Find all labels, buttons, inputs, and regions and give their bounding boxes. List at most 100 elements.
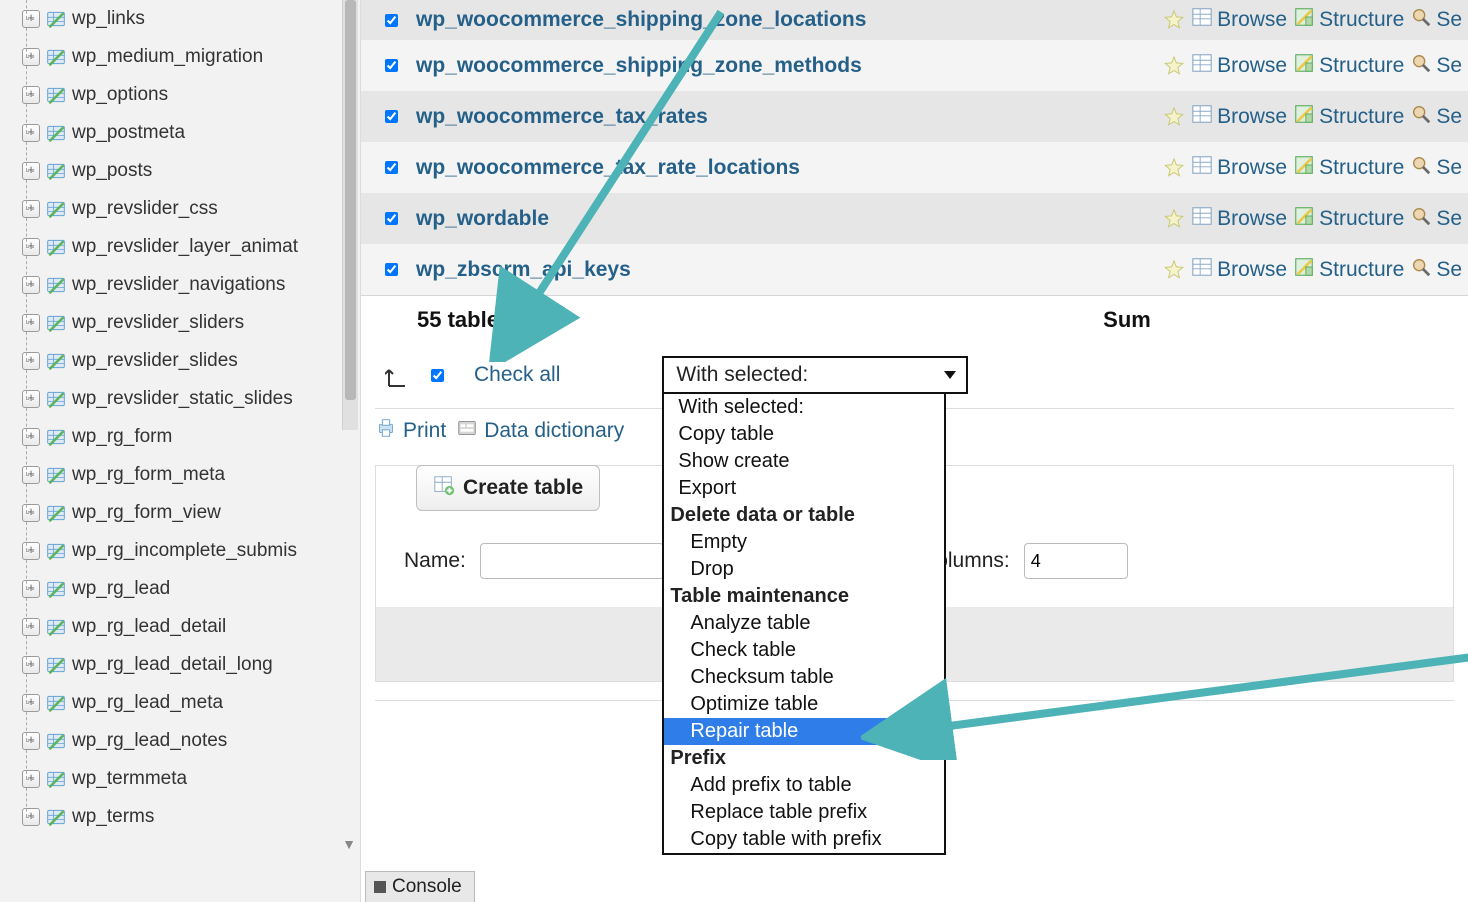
- dropdown-option[interactable]: Check table: [664, 637, 944, 664]
- sidebar-table-item[interactable]: wp_termmeta: [22, 760, 360, 798]
- sidebar-table-item[interactable]: wp_posts: [22, 152, 360, 190]
- sidebar-table-item[interactable]: wp_postmeta: [22, 114, 360, 152]
- table-name-link[interactable]: wp_woocommerce_shipping_zone_methods: [416, 54, 1163, 78]
- dropdown-option[interactable]: Copy table: [664, 421, 944, 448]
- check-all-checkbox[interactable]: [431, 369, 444, 382]
- sidebar-table-item[interactable]: wp_revslider_css: [22, 190, 360, 228]
- sidebar-table-item[interactable]: wp_rg_lead_meta: [22, 684, 360, 722]
- table-name-link[interactable]: wp_woocommerce_tax_rate_locations: [416, 156, 1163, 180]
- sidebar-table-item[interactable]: wp_options: [22, 76, 360, 114]
- sidebar-table-item[interactable]: wp_revslider_navigations: [22, 266, 360, 304]
- search-link[interactable]: Se: [1410, 205, 1462, 233]
- row-checkbox[interactable]: [385, 59, 398, 72]
- dropdown-option[interactable]: Empty: [664, 529, 944, 556]
- create-table-button[interactable]: Create table: [416, 465, 600, 511]
- sidebar-table-item[interactable]: wp_revslider_static_slides: [22, 380, 360, 418]
- expand-icon[interactable]: [22, 466, 40, 484]
- dropdown-option[interactable]: Checksum table: [664, 664, 944, 691]
- expand-icon[interactable]: [22, 10, 40, 28]
- search-link[interactable]: Se: [1410, 52, 1462, 80]
- sidebar-table-item[interactable]: wp_rg_form_meta: [22, 456, 360, 494]
- favorite-icon[interactable]: [1163, 9, 1185, 31]
- search-link[interactable]: Se: [1410, 154, 1462, 182]
- dropdown-option[interactable]: Add prefix to table: [664, 772, 944, 799]
- structure-link[interactable]: Structure: [1293, 103, 1404, 131]
- expand-icon[interactable]: [22, 200, 40, 218]
- data-dictionary-link[interactable]: Data dictionary: [456, 417, 624, 445]
- expand-icon[interactable]: [22, 656, 40, 674]
- table-name-link[interactable]: wp_wordable: [416, 207, 1163, 231]
- sidebar-table-item[interactable]: wp_rg_lead: [22, 570, 360, 608]
- row-checkbox[interactable]: [385, 212, 398, 225]
- table-name-input[interactable]: [480, 543, 664, 579]
- search-link[interactable]: Se: [1410, 6, 1462, 34]
- sidebar-table-item[interactable]: wp_terms: [22, 798, 360, 836]
- expand-icon[interactable]: [22, 770, 40, 788]
- expand-icon[interactable]: [22, 314, 40, 332]
- structure-link[interactable]: Structure: [1293, 154, 1404, 182]
- structure-link[interactable]: Structure: [1293, 52, 1404, 80]
- browse-link[interactable]: Browse: [1191, 154, 1287, 182]
- structure-link[interactable]: Structure: [1293, 256, 1404, 284]
- structure-link[interactable]: Structure: [1293, 205, 1404, 233]
- expand-icon[interactable]: [22, 86, 40, 104]
- expand-icon[interactable]: [22, 542, 40, 560]
- check-all-link[interactable]: Check all: [474, 363, 560, 387]
- favorite-icon[interactable]: [1163, 208, 1185, 230]
- search-link[interactable]: Se: [1410, 256, 1462, 284]
- browse-link[interactable]: Browse: [1191, 52, 1287, 80]
- num-columns-input[interactable]: [1024, 543, 1128, 579]
- browse-link[interactable]: Browse: [1191, 103, 1287, 131]
- sidebar-table-item[interactable]: wp_rg_lead_detail_long: [22, 646, 360, 684]
- expand-icon[interactable]: [22, 808, 40, 826]
- sidebar-table-item[interactable]: wp_rg_lead_notes: [22, 722, 360, 760]
- expand-icon[interactable]: [22, 694, 40, 712]
- table-name-link[interactable]: wp_woocommerce_shipping_zone_locations: [416, 8, 1163, 32]
- favorite-icon[interactable]: [1163, 259, 1185, 281]
- structure-link[interactable]: Structure: [1293, 6, 1404, 34]
- browse-link[interactable]: Browse: [1191, 205, 1287, 233]
- sidebar-table-item[interactable]: wp_revslider_slides: [22, 342, 360, 380]
- favorite-icon[interactable]: [1163, 157, 1185, 179]
- sidebar-table-item[interactable]: wp_revslider_sliders: [22, 304, 360, 342]
- sidebar-table-item[interactable]: wp_rg_form: [22, 418, 360, 456]
- dropdown-option[interactable]: Copy table with prefix: [664, 826, 944, 853]
- expand-icon[interactable]: [22, 428, 40, 446]
- row-checkbox[interactable]: [385, 110, 398, 123]
- sidebar-scrollbar[interactable]: [342, 0, 358, 430]
- dropdown-option[interactable]: Repair table: [664, 718, 944, 745]
- dropdown-option[interactable]: Drop: [664, 556, 944, 583]
- browse-link[interactable]: Browse: [1191, 6, 1287, 34]
- sidebar-table-item[interactable]: wp_links: [22, 0, 360, 38]
- dropdown-option[interactable]: Export: [664, 475, 944, 502]
- expand-icon[interactable]: [22, 580, 40, 598]
- row-checkbox[interactable]: [385, 14, 398, 27]
- table-name-link[interactable]: wp_woocommerce_tax_rates: [416, 105, 1163, 129]
- favorite-icon[interactable]: [1163, 55, 1185, 77]
- expand-icon[interactable]: [22, 276, 40, 294]
- sidebar-table-item[interactable]: wp_rg_incomplete_submis: [22, 532, 360, 570]
- dropdown-option[interactable]: With selected:: [664, 394, 944, 421]
- dropdown-option[interactable]: Analyze table: [664, 610, 944, 637]
- browse-link[interactable]: Browse: [1191, 256, 1287, 284]
- expand-icon[interactable]: [22, 162, 40, 180]
- sidebar-table-item[interactable]: wp_rg_lead_detail: [22, 608, 360, 646]
- search-link[interactable]: Se: [1410, 103, 1462, 131]
- with-selected-dropdown[interactable]: With selected:: [662, 356, 968, 394]
- print-link[interactable]: Print: [375, 417, 446, 445]
- expand-icon[interactable]: [22, 390, 40, 408]
- expand-icon[interactable]: [22, 618, 40, 636]
- expand-icon[interactable]: [22, 124, 40, 142]
- sidebar-table-item[interactable]: wp_medium_migration: [22, 38, 360, 76]
- expand-icon[interactable]: [22, 732, 40, 750]
- sidebar-table-item[interactable]: wp_rg_form_view: [22, 494, 360, 532]
- expand-icon[interactable]: [22, 48, 40, 66]
- scroll-down-icon[interactable]: ▼: [342, 836, 356, 852]
- favorite-icon[interactable]: [1163, 106, 1185, 128]
- dropdown-option[interactable]: Replace table prefix: [664, 799, 944, 826]
- dropdown-option[interactable]: Optimize table: [664, 691, 944, 718]
- console-tab[interactable]: Console: [365, 871, 475, 902]
- sidebar-table-item[interactable]: wp_revslider_layer_animat: [22, 228, 360, 266]
- expand-icon[interactable]: [22, 238, 40, 256]
- expand-icon[interactable]: [22, 504, 40, 522]
